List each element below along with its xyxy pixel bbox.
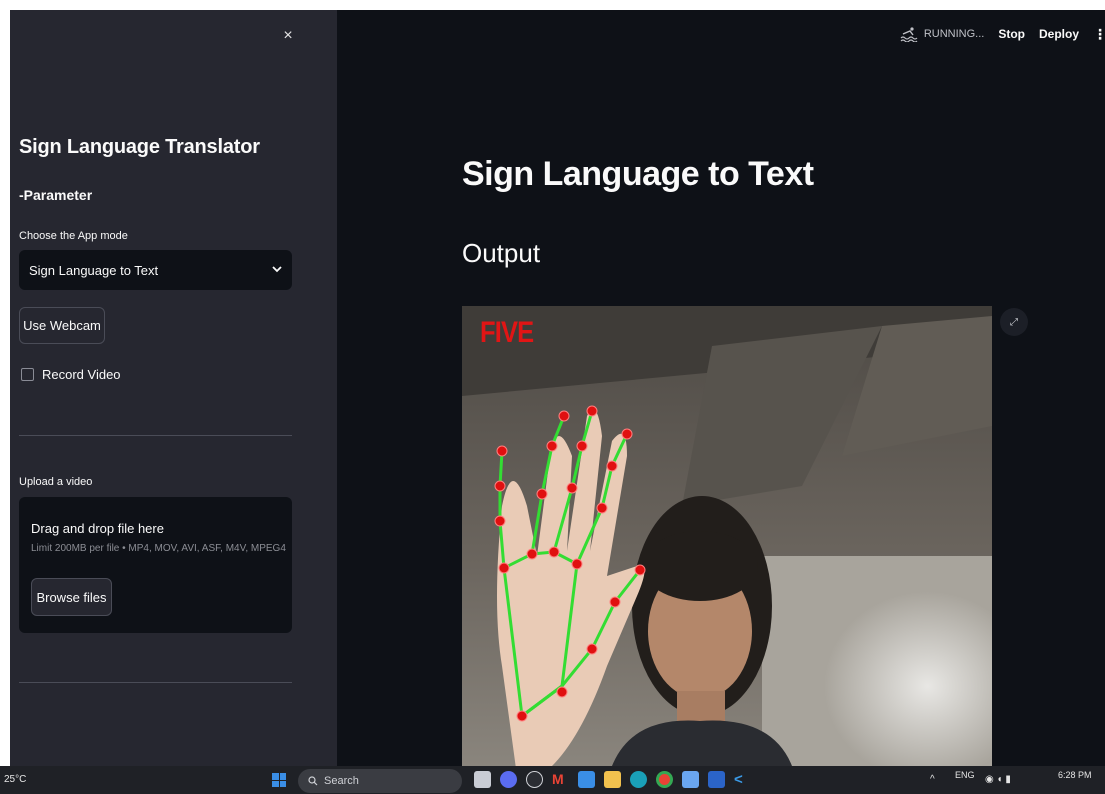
running-swimmer-icon xyxy=(900,27,918,42)
app-mode-value: Sign Language to Text xyxy=(29,262,159,278)
language-indicator[interactable]: ENG xyxy=(955,770,975,780)
file-dropzone[interactable]: Drag and drop file here Limit 200MB per … xyxy=(19,497,292,633)
running-status: RUNNING... xyxy=(900,26,985,42)
fullscreen-icon[interactable]: ⤢ xyxy=(1000,308,1028,336)
record-video-label: Record Video xyxy=(42,367,121,382)
search-icon xyxy=(308,776,318,786)
os-taskbar: 25°C Search M < ^ ENG ◉ ◖ ▮ 6:28 PM xyxy=(0,766,1105,794)
webcam-image xyxy=(462,306,992,766)
close-sidebar-icon[interactable]: × xyxy=(278,26,298,46)
upload-video-label: Upload a video xyxy=(19,476,93,488)
chevron-down-icon xyxy=(272,264,282,276)
taskbar-search[interactable]: Search xyxy=(298,769,462,793)
use-webcam-button[interactable]: Use Webcam xyxy=(19,307,105,344)
running-label: RUNNING... xyxy=(923,28,985,40)
checkbox-box[interactable] xyxy=(21,368,34,381)
start-icon[interactable] xyxy=(272,773,286,787)
vscode-icon[interactable]: < xyxy=(734,771,751,788)
app-window: × Sign Language Translator -Parameter Ch… xyxy=(10,10,1105,766)
folder-icon[interactable] xyxy=(604,771,621,788)
notepad-icon[interactable] xyxy=(682,771,699,788)
search-placeholder: Search xyxy=(324,775,359,787)
dropzone-title: Drag and drop file here xyxy=(31,521,164,536)
top-bar: RUNNING... Stop Deploy ⋮ xyxy=(900,10,1105,58)
network-volume-battery-icons[interactable]: ◉ ◖ ▮ xyxy=(985,774,1011,785)
webcam-output-frame: FIVE xyxy=(462,306,992,766)
chrome-icon[interactable] xyxy=(656,771,673,788)
record-video-checkbox[interactable]: Record Video xyxy=(21,367,121,382)
parameter-heading: -Parameter xyxy=(19,187,93,203)
dropzone-limit: Limit 200MB per file • MP4, MOV, AVI, AS… xyxy=(31,543,286,554)
main-menu-icon[interactable]: ⋮ xyxy=(1093,26,1105,43)
weather-temperature[interactable]: 25°C xyxy=(4,774,26,785)
copilot-icon[interactable] xyxy=(500,771,517,788)
store-icon[interactable] xyxy=(578,771,595,788)
prediction-label: FIVE xyxy=(480,316,534,349)
tray-overflow-icon[interactable]: ^ xyxy=(930,774,935,785)
edge-icon[interactable] xyxy=(630,771,647,788)
browse-files-button[interactable]: Browse files xyxy=(31,578,112,616)
word-icon[interactable] xyxy=(708,771,725,788)
clock[interactable]: 6:28 PM xyxy=(1058,770,1092,780)
output-heading: Output xyxy=(462,238,541,268)
dell-icon[interactable] xyxy=(526,771,543,788)
divider xyxy=(19,682,292,683)
deploy-button[interactable]: Deploy xyxy=(1039,27,1079,41)
app-mode-label: Choose the App mode xyxy=(19,230,128,242)
app-mode-select[interactable]: Sign Language to Text xyxy=(19,250,292,290)
divider xyxy=(19,435,292,436)
file-explorer-icon[interactable] xyxy=(474,771,491,788)
sidebar-title: Sign Language Translator xyxy=(19,136,260,158)
sidebar: × Sign Language Translator -Parameter Ch… xyxy=(10,10,337,766)
gmail-icon[interactable]: M xyxy=(552,771,569,788)
page-title: Sign Language to Text xyxy=(462,155,814,193)
stop-button[interactable]: Stop xyxy=(998,27,1025,41)
